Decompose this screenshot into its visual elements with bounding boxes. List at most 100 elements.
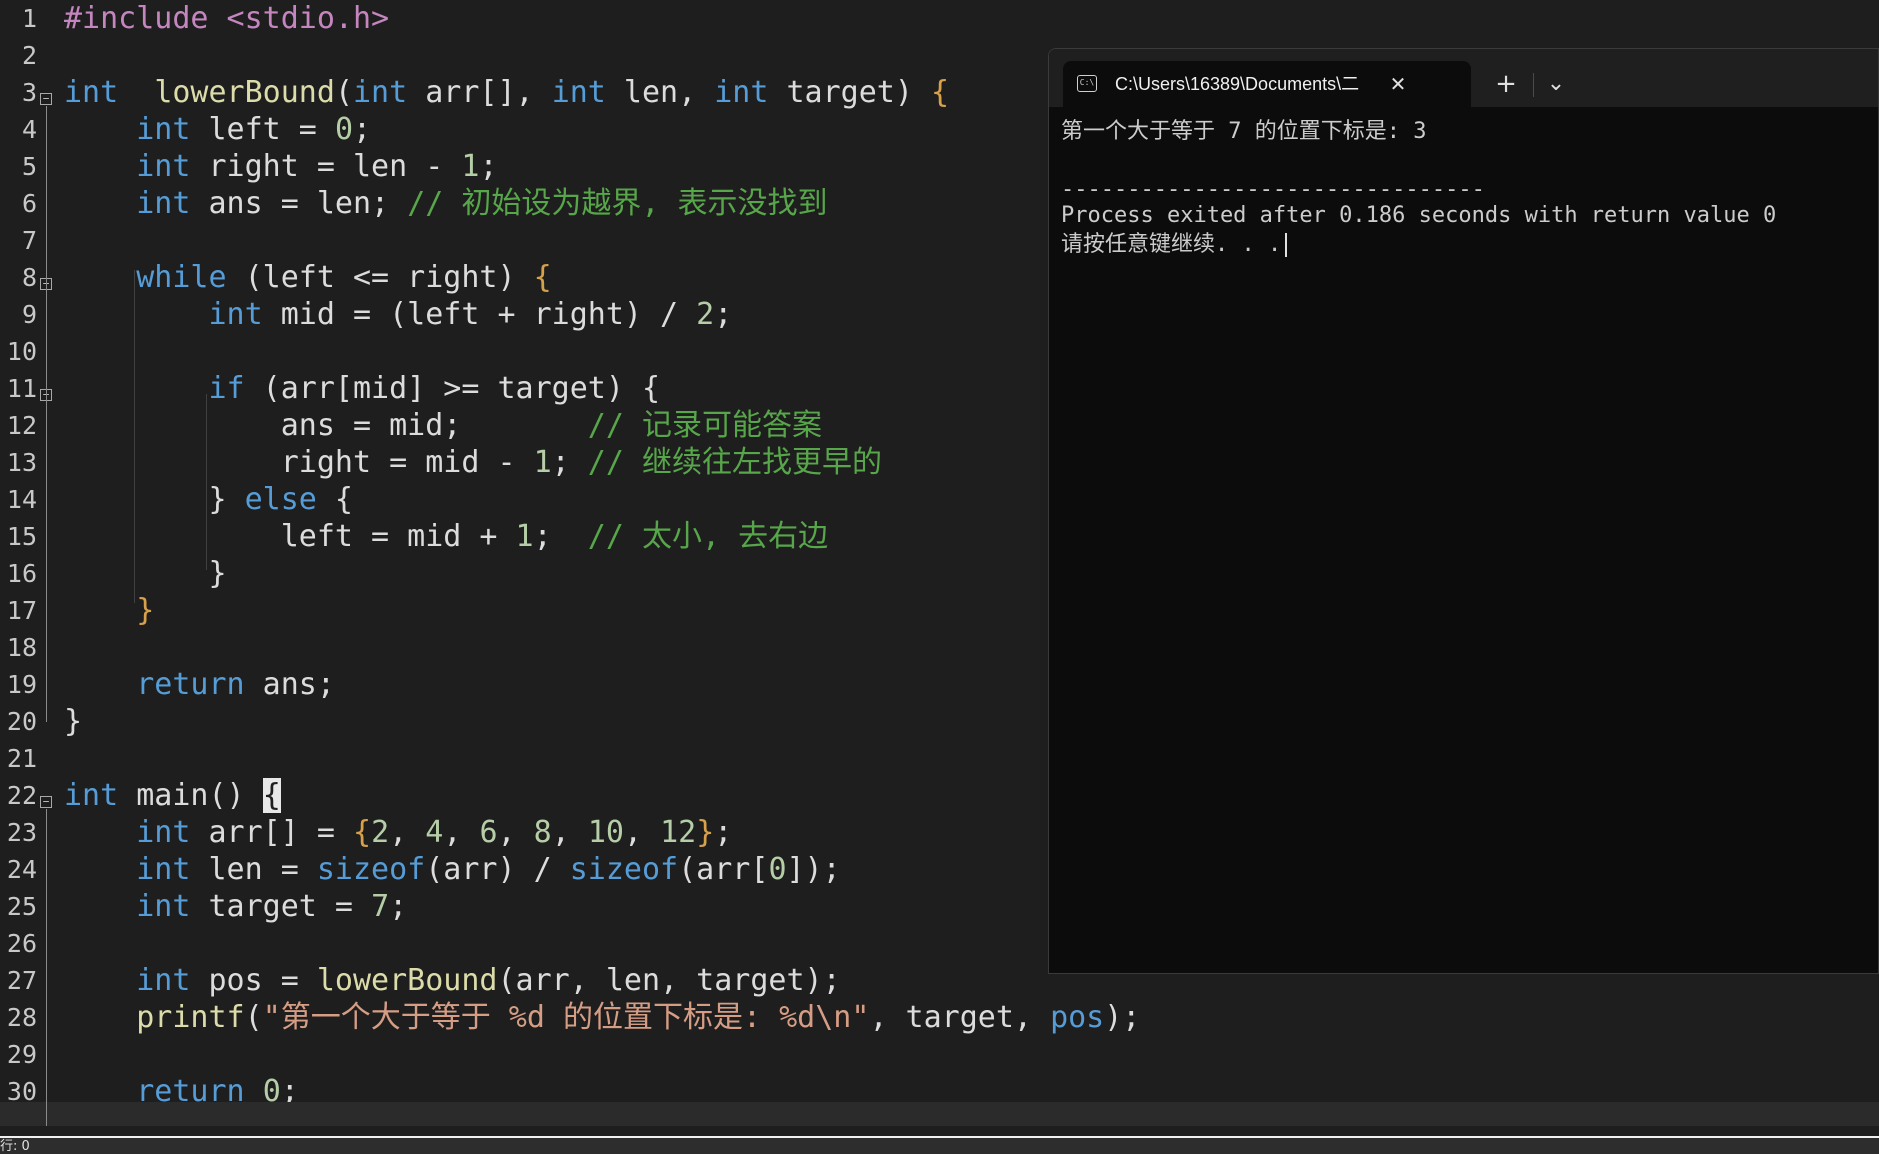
console-icon: C:\: [1077, 75, 1097, 92]
fold-toggle-icon[interactable]: −: [40, 796, 52, 808]
line-number: 26: [6, 929, 37, 958]
code-token: }: [136, 593, 155, 628]
code-token: , target,: [869, 1000, 1051, 1035]
code-keyword: int: [136, 963, 191, 998]
code-text: }: [64, 592, 154, 629]
terminal-line: 第一个大于等于 7 的位置下标是: 3: [1061, 119, 1427, 144]
code-token: ,: [551, 815, 588, 850]
line-number: 12: [6, 411, 37, 440]
code-text: while (left <= right) {: [64, 259, 551, 296]
code-token: main(): [118, 778, 263, 813]
terminal-tab-title: C:\Users\16389\Documents\二: [1115, 74, 1360, 94]
code-line[interactable]: 1 #include <stdio.h>: [0, 1, 1879, 50]
code-comment: // 记录可能答案: [587, 408, 822, 443]
horizontal-scrollbar[interactable]: [0, 1102, 1879, 1126]
code-token: target): [768, 75, 931, 110]
line-number: 25: [6, 892, 37, 921]
code-token: right = len -: [190, 149, 462, 184]
code-token: 8: [533, 815, 552, 850]
indent-guide: [206, 394, 207, 570]
code-token: mid = (left + right) /: [262, 297, 697, 332]
code-keyword: return: [136, 667, 245, 702]
fold-region-line: [46, 402, 47, 574]
code-token: ;: [389, 889, 408, 924]
code-text: int pos = lowerBound(arr, len, target);: [64, 962, 840, 999]
code-token: {: [353, 815, 372, 850]
code-token: 4: [425, 815, 444, 850]
code-token: target =: [190, 889, 372, 924]
code-keyword: int: [136, 149, 191, 184]
tab-separator: [1533, 73, 1534, 97]
code-text: }: [64, 703, 82, 740]
code-keyword: int: [208, 297, 263, 332]
code-token: "第一个大于等于 %d 的位置下标是: %d\n": [262, 1000, 870, 1035]
code-token: (arr[mid] >= target) {: [244, 371, 661, 406]
code-token: 1: [461, 149, 480, 184]
code-token: left = mid +: [64, 519, 516, 554]
code-text: int right = len - 1;: [64, 148, 497, 185]
close-tab-button[interactable]: ✕: [1385, 71, 1411, 97]
code-line[interactable]: 28 printf("第一个大于等于 %d 的位置下标是: %d\n", tar…: [0, 1000, 1879, 1049]
terminal-window[interactable]: C:\ C:\Users\16389\Documents\二 ✕ + ⌄ 第一个…: [1048, 48, 1879, 974]
code-token: (: [334, 75, 353, 110]
line-number: 2: [21, 41, 37, 70]
line-number: 4: [21, 115, 37, 144]
fold-toggle-icon[interactable]: −: [40, 93, 52, 105]
code-text: }: [64, 555, 226, 592]
code-text: #include <stdio.h>: [64, 0, 389, 37]
code-token: ;: [714, 297, 733, 332]
code-token: }: [64, 482, 245, 517]
status-bar: 行: 0: [0, 1136, 1879, 1154]
code-token: ;: [533, 519, 588, 554]
code-token: {: [316, 482, 353, 517]
new-tab-button[interactable]: +: [1489, 67, 1523, 101]
code-keyword: int: [136, 852, 191, 887]
code-token: len,: [605, 75, 715, 110]
code-keyword: if: [208, 371, 245, 406]
indent-guide: [134, 270, 135, 603]
code-token: 0: [768, 852, 787, 887]
code-token: len =: [190, 852, 317, 887]
code-text: int mid = (left + right) / 2;: [64, 296, 733, 333]
line-number: 15: [6, 522, 37, 551]
code-keyword: int: [714, 75, 769, 110]
line-number: 9: [21, 300, 37, 329]
line-number: 22: [6, 781, 37, 810]
code-text: int len = sizeof(arr) / sizeof(arr[0]);: [64, 851, 840, 888]
line-number: 14: [6, 485, 37, 514]
code-text: int main() {: [64, 777, 281, 814]
code-text: int left = 0;: [64, 111, 371, 148]
dropdown-icon[interactable]: ⌄: [1539, 67, 1573, 101]
code-token: lowerBound: [154, 75, 335, 110]
code-token: 10: [587, 815, 624, 850]
code-text: int lowerBound(int arr[], int len, int t…: [64, 74, 949, 111]
terminal-tab-bar: C:\ C:\Users\16389\Documents\二 ✕ + ⌄: [1049, 49, 1878, 107]
text-cursor: [1285, 233, 1288, 257]
code-token: 6: [479, 815, 498, 850]
terminal-line: --------------------------------: [1061, 177, 1485, 202]
code-comment: // 继续往左找更早的: [587, 445, 882, 480]
terminal-prompt-line: 请按任意键继续. . .: [1061, 230, 1871, 259]
terminal-tab[interactable]: C:\ C:\Users\16389\Documents\二 ✕: [1063, 61, 1471, 107]
code-text: if (arr[mid] >= target) {: [64, 370, 661, 407]
terminal-output[interactable]: 第一个大于等于 7 的位置下标是: 3 --------------------…: [1061, 117, 1871, 259]
line-number: 6: [21, 189, 37, 218]
code-token: printf: [136, 1000, 245, 1035]
code-keyword: sizeof: [316, 852, 426, 887]
line-number: 29: [6, 1040, 37, 1069]
line-number: 21: [6, 744, 37, 773]
line-number: 13: [6, 448, 37, 477]
code-keyword: int: [136, 889, 191, 924]
code-keyword: pos: [1050, 1000, 1105, 1035]
